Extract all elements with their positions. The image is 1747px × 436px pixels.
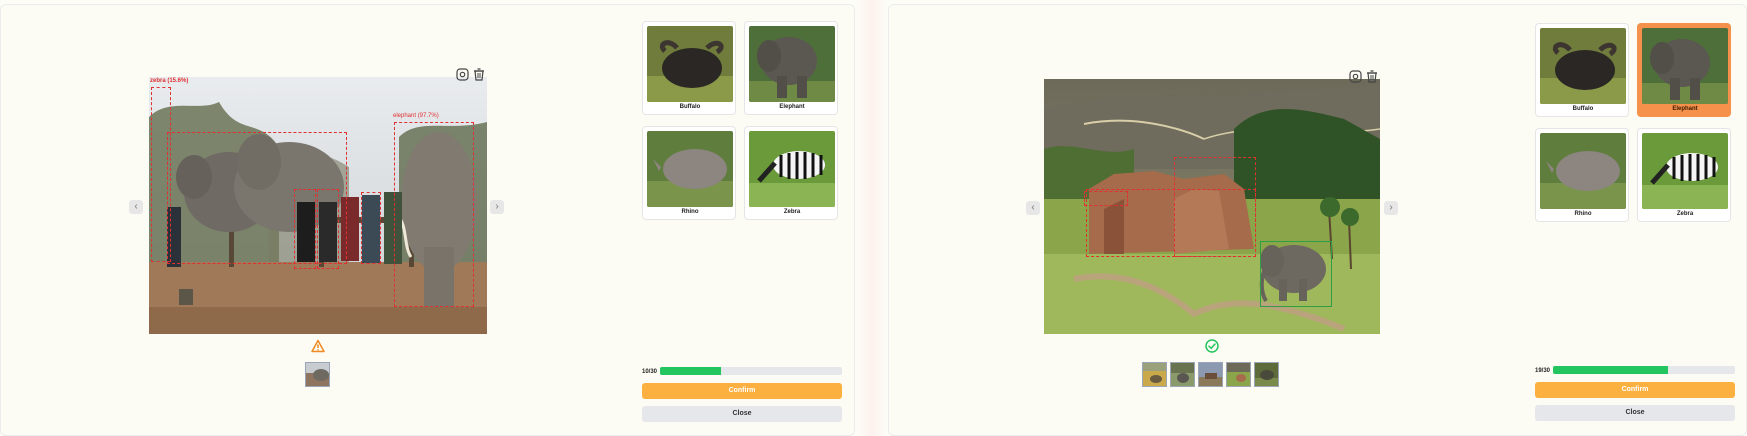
focus-icon[interactable] [455, 67, 469, 81]
thumbnail[interactable] [1198, 362, 1223, 387]
confirm-button[interactable]: Confirm [1535, 382, 1735, 398]
progress-fill [1553, 366, 1669, 374]
focus-icon[interactable] [1348, 69, 1362, 83]
bbox-zebra-label: zebra (15.6%) [150, 78, 189, 84]
app-stage: zebra (15.6%) elephant (97.7%) ‹ › Buffa… [0, 0, 1747, 436]
main-photo: zebra (15.6%) elephant (97.7%) [149, 77, 487, 334]
category-label: Buffalo [1572, 106, 1594, 112]
category-label: Rhino [1574, 211, 1592, 217]
category-label: Zebra [783, 209, 801, 215]
buffalo-image [647, 26, 733, 102]
rhino-image [1540, 133, 1626, 209]
bbox-elephant-2 [394, 122, 474, 307]
prev-arrow-icon[interactable]: ‹ [129, 200, 143, 214]
progress-fill [660, 367, 721, 375]
progress-label: 10/30 [642, 369, 658, 375]
category-label: Buffalo [679, 104, 701, 110]
thumbnail[interactable] [1254, 362, 1279, 387]
trash-icon[interactable] [472, 67, 486, 81]
bbox-elephant [1260, 241, 1332, 307]
category-card-rhino[interactable]: Rhino [642, 126, 736, 220]
category-card-buffalo[interactable]: Buffalo [642, 21, 736, 115]
progress-bar [660, 367, 842, 375]
bbox-person-1 [294, 189, 316, 269]
elephant-image [1642, 28, 1728, 104]
elephant-image [749, 26, 835, 102]
panel-divider [856, 0, 888, 436]
rhino-image [647, 131, 733, 207]
close-button[interactable]: Close [642, 406, 842, 422]
warning-triangle-icon [311, 339, 325, 353]
bbox-person-3 [361, 192, 381, 264]
zebra-image [1642, 133, 1728, 209]
category-label: Zebra [1676, 211, 1694, 217]
bbox-elephant-label: elephant (97.7%) [393, 113, 439, 119]
category-label: Elephant [779, 104, 805, 110]
category-label: Rhino [681, 209, 699, 215]
review-panel-left: zebra (15.6%) elephant (97.7%) ‹ › Buffa… [0, 4, 855, 436]
category-card-zebra[interactable]: Zebra [1637, 128, 1731, 222]
category-card-rhino[interactable]: Rhino [1535, 128, 1629, 222]
category-card-buffalo[interactable]: Buffalo [1535, 23, 1629, 117]
category-label: Elephant [1672, 106, 1698, 112]
check-circle-icon [1205, 339, 1219, 353]
trash-icon[interactable] [1365, 69, 1379, 83]
progress-bar [1553, 366, 1735, 374]
bbox-rock-3 [1174, 157, 1256, 257]
category-card-elephant[interactable]: Elephant [744, 21, 838, 115]
review-panel-right: ‹ › Buffalo Elephant Rhino Zebra 19/30 C… [888, 4, 1747, 436]
bbox-person-2 [317, 189, 339, 269]
category-card-elephant[interactable]: Elephant [1637, 23, 1731, 117]
prev-arrow-icon[interactable]: ‹ [1026, 201, 1040, 215]
confirm-button[interactable]: Confirm [642, 383, 842, 399]
category-card-zebra[interactable]: Zebra [744, 126, 838, 220]
buffalo-image [1540, 28, 1626, 104]
close-button[interactable]: Close [1535, 405, 1735, 421]
thumbnail[interactable] [305, 362, 330, 387]
next-arrow-icon[interactable]: › [490, 200, 504, 214]
thumbnail[interactable] [1226, 362, 1251, 387]
thumbnail[interactable] [1142, 362, 1167, 387]
thumbnail[interactable] [1170, 362, 1195, 387]
next-arrow-icon[interactable]: › [1384, 201, 1398, 215]
progress-label: 19/30 [1535, 368, 1551, 374]
bbox-rock-2 [1084, 191, 1128, 206]
zebra-image [749, 131, 835, 207]
main-photo [1044, 79, 1380, 334]
